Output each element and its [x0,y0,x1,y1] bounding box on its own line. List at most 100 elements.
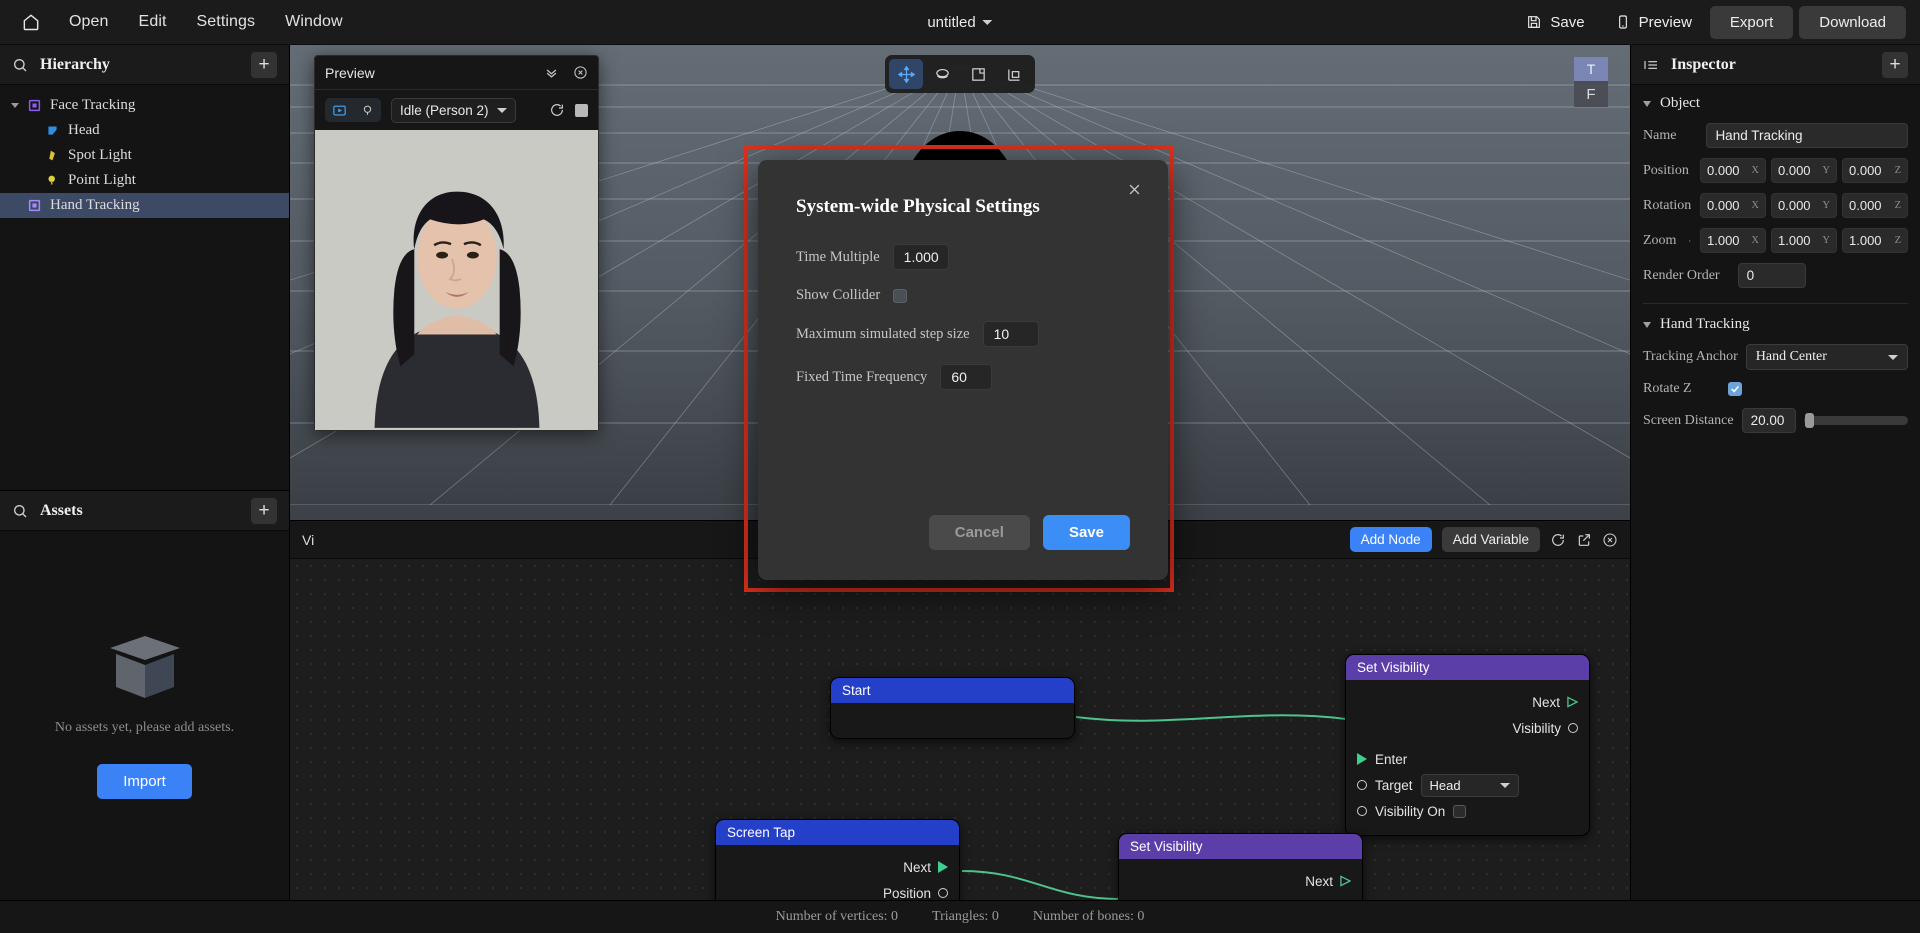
axis-label: Y [1822,165,1830,176]
menu-open[interactable]: Open [54,9,124,35]
menu-edit[interactable]: Edit [124,9,182,35]
close-circle-icon[interactable] [573,65,588,80]
hierarchy-tree: Face Tracking Head Spot Light Point Ligh… [0,85,289,490]
rotation-x-input[interactable]: 0.000 X [1700,193,1766,218]
screen-distance-label: Screen Distance [1643,412,1734,428]
node-set-visibility-2[interactable]: Set Visibility Next Visibility [1118,833,1363,900]
assets-add-button[interactable]: + [251,497,277,524]
hand-tracking-section-header[interactable]: Hand Tracking [1631,306,1920,339]
modal-cancel-button[interactable]: Cancel [928,515,1030,550]
node-output-visibility[interactable]: Visibility [1119,894,1362,901]
move-tool[interactable] [889,59,923,89]
search-icon[interactable] [12,503,28,519]
data-port-icon [1568,723,1578,733]
tracking-anchor-select[interactable]: Hand Center [1745,344,1908,370]
save-button[interactable]: Save [1514,7,1596,38]
node-output-next[interactable]: Next [1119,868,1362,894]
node-set-visibility-1[interactable]: Set Visibility Next Visibility Enter Tar… [1345,654,1590,836]
preview-button[interactable]: Preview [1603,7,1704,38]
mesh-icon [42,124,62,137]
tree-item-label: Spot Light [68,147,132,163]
fixed-time-frequency-input[interactable]: 60 [940,364,993,390]
node-screen-tap[interactable]: Screen Tap Next Position [715,819,960,900]
zoom-y-input[interactable]: 1.000 Y [1771,228,1837,253]
scale-tool[interactable] [961,59,995,89]
link-icon[interactable] [1688,235,1692,247]
zoom-x-input[interactable]: 1.000 X [1700,228,1766,253]
add-variable-button[interactable]: Add Variable [1441,527,1540,552]
assets-panel: Assets + No assets yet, please add asset… [0,490,289,900]
modal-save-button[interactable]: Save [1042,515,1130,550]
tree-item-hand-tracking[interactable]: Hand Tracking [0,193,289,218]
node-output-next[interactable]: Next [716,854,959,880]
node-start[interactable]: Start [830,677,1075,739]
node-header: Screen Tap [716,820,959,845]
expand-arrow-icon[interactable] [6,103,24,108]
chevron-double-down-icon[interactable] [544,65,559,80]
tracking-anchor-label: Tracking Anchor [1643,349,1738,364]
target-select[interactable]: Head [1420,773,1519,797]
stop-icon[interactable] [575,103,588,117]
export-button[interactable]: Export [1709,5,1794,39]
node-input-enter[interactable]: Enter [1346,746,1589,772]
import-button[interactable]: Import [97,764,192,799]
assets-header: Assets + [0,491,289,531]
port-label: Next [1532,694,1560,710]
home-icon[interactable] [8,12,54,32]
node-input-target[interactable]: Target Head [1346,772,1589,798]
rotate-z-row: Rotate Z [1631,375,1920,403]
tree-item-face-tracking[interactable]: Face Tracking [0,93,289,118]
video-icon[interactable] [325,98,353,122]
refresh-icon[interactable] [1550,532,1566,548]
axis-orientation-cube[interactable]: T F [1574,57,1608,107]
preview-source-select[interactable]: Idle (Person 2) [391,97,516,123]
node-output-next[interactable]: Next [1346,689,1589,715]
time-multiple-input[interactable]: 1.000 [892,244,949,270]
rotation-y-input[interactable]: 0.000 Y [1771,193,1837,218]
rotate-tool[interactable] [925,59,959,89]
hierarchy-add-button[interactable]: + [251,51,277,78]
add-node-button[interactable]: Add Node [1349,527,1432,552]
value: 0.000 [1849,163,1882,178]
zoom-z-input[interactable]: 1.000 Z [1842,228,1908,253]
preview-source-value: Idle (Person 2) [400,102,489,118]
max-step-size-input[interactable]: 10 [982,321,1039,347]
inspector-add-button[interactable]: + [1882,51,1908,78]
lightbulb-icon[interactable] [353,98,381,122]
menu-window[interactable]: Window [270,9,358,35]
external-link-icon[interactable] [1576,532,1592,548]
transform-tool[interactable] [997,59,1031,89]
tree-item-head[interactable]: Head [0,118,289,143]
node-graph-canvas[interactable]: Start Screen Tap Next Position Set Visib… [290,559,1630,900]
position-y-input[interactable]: 0.000 Y [1771,158,1837,183]
object-section-header[interactable]: Object [1631,85,1920,118]
slider-knob[interactable] [1804,413,1814,428]
hierarchy-header: Hierarchy + [0,45,289,85]
menu-settings[interactable]: Settings [182,9,271,35]
screen-distance-slider[interactable] [1803,413,1908,428]
show-collider-checkbox[interactable] [893,288,908,303]
tree-item-point-light[interactable]: Point Light [0,168,289,193]
node-output-visibility[interactable]: Visibility [1346,715,1589,741]
search-icon[interactable] [12,57,28,73]
node-input-visibility-on[interactable]: Visibility On [1346,798,1589,824]
axis-cube-front: F [1574,81,1608,107]
position-x-input[interactable]: 0.000 X [1700,158,1766,183]
rotate-z-checkbox[interactable] [1727,382,1742,396]
document-title-dropdown[interactable]: untitled [927,14,993,31]
node-output-position[interactable]: Position [716,880,959,900]
refresh-icon[interactable] [549,102,565,118]
position-z-input[interactable]: 0.000 Z [1842,158,1908,183]
axis-cube-top: T [1574,57,1608,81]
port-label: Next [903,859,931,875]
modal-close-button[interactable] [1127,182,1142,202]
axis-label: Z [1894,235,1901,246]
close-circle-icon[interactable] [1602,532,1618,548]
screen-distance-input[interactable]: 20.00 [1741,408,1796,433]
visibility-on-checkbox[interactable] [1453,804,1467,818]
download-button[interactable]: Download [1799,5,1906,39]
tree-item-spot-light[interactable]: Spot Light [0,143,289,168]
render-order-input[interactable]: 0 [1737,263,1806,288]
rotation-z-input[interactable]: 0.000 Z [1842,193,1908,218]
object-name-input[interactable]: Hand Tracking [1706,123,1908,148]
